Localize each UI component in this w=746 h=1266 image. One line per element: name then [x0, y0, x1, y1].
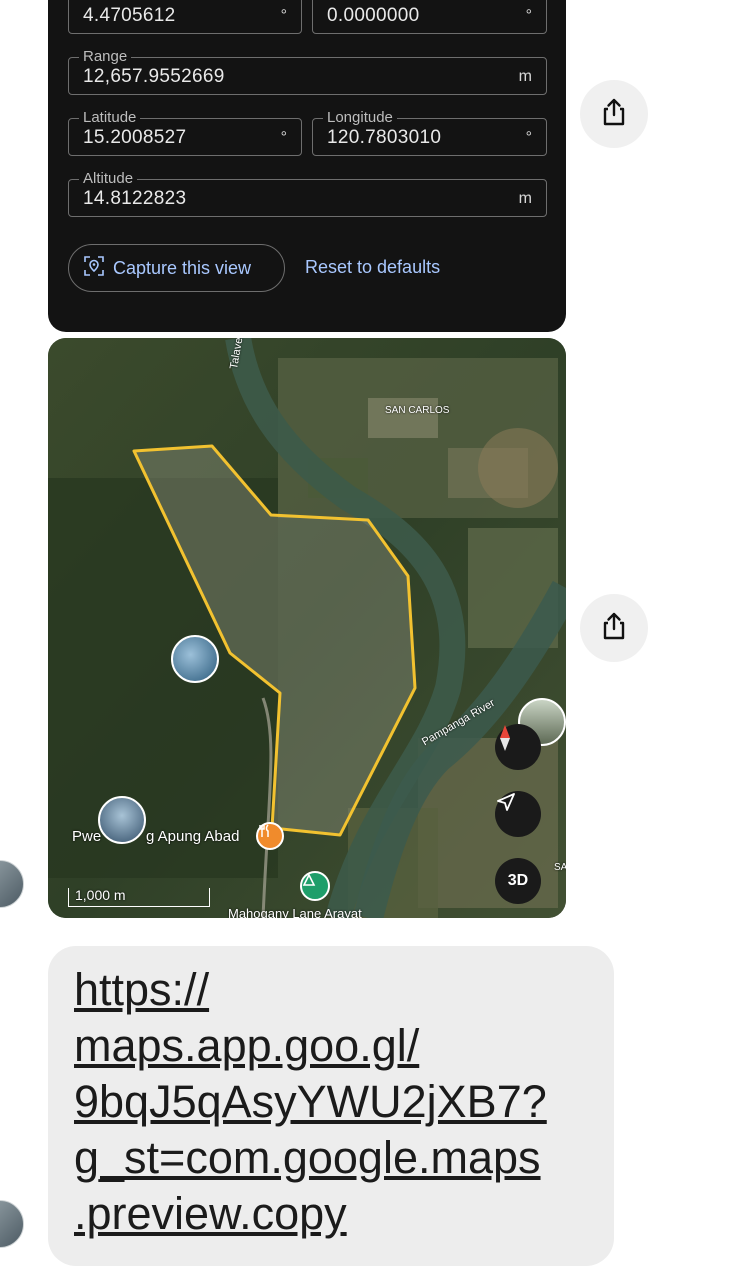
link-line: 9bqJ5qAsyYWU2jXB7?: [74, 1076, 547, 1127]
green-pin-icon[interactable]: [300, 871, 330, 901]
longitude-label: Longitude: [323, 109, 397, 127]
avatar[interactable]: [0, 860, 24, 908]
share-button[interactable]: [580, 594, 648, 662]
satellite-map[interactable]: Talavera Rive SAN CARLOS Pampanga River …: [48, 338, 566, 918]
degree-unit: °: [280, 129, 287, 146]
heading-value: 4.4705612: [83, 5, 176, 26]
link-line: g_st=com.google.maps: [74, 1132, 541, 1183]
capture-view-label: Capture this view: [113, 257, 252, 278]
my-location-button[interactable]: [495, 791, 541, 837]
degree-unit: °: [280, 7, 287, 24]
altitude-field[interactable]: Altitude 14.8122823 m: [68, 170, 547, 217]
place-label: SA: [554, 862, 566, 873]
poi-label-start: Pwe: [72, 828, 102, 845]
scale-label: 1,000 m: [75, 887, 126, 903]
share-icon: [599, 97, 629, 132]
meter-unit: m: [518, 68, 532, 85]
scale-bar: 1,000 m: [68, 887, 210, 907]
latitude-label: Latitude: [79, 109, 141, 127]
altitude-value: 14.8122823: [83, 188, 187, 209]
longitude-field[interactable]: Longitude 120.7803010 °: [312, 109, 547, 156]
latitude-field[interactable]: Latitude 15.2008527 °: [68, 109, 302, 156]
3d-toggle-button[interactable]: 3D: [495, 858, 541, 904]
compass-button[interactable]: [495, 724, 541, 770]
longitude-value: 120.7803010: [327, 127, 442, 148]
road-label: Mahogany Lane Arayat: [228, 906, 362, 918]
reset-defaults-button[interactable]: Reset to defaults: [305, 257, 440, 278]
capture-view-button[interactable]: Capture this view: [68, 244, 285, 292]
place-label: SAN CARLOS: [385, 405, 450, 416]
range-field[interactable]: Range 12,657.9552669 m: [68, 48, 547, 95]
meter-unit: m: [518, 190, 532, 207]
share-button[interactable]: [580, 80, 648, 148]
heading-field[interactable]: 4.4705612 °: [68, 0, 302, 34]
restaurant-pin-icon[interactable]: [256, 822, 284, 850]
share-icon: [599, 611, 629, 646]
link-line: .preview.copy: [74, 1188, 347, 1239]
tilt-value: 0.0000000: [327, 5, 420, 26]
altitude-label: Altitude: [79, 170, 138, 188]
range-value: 12,657.9552669: [83, 66, 225, 87]
poi-label-end: g Apung Abad: [146, 828, 240, 845]
tilt-field[interactable]: 0.0000000 °: [312, 0, 547, 34]
capture-location-icon: [83, 255, 105, 282]
maps-link[interactable]: https:// maps.app.goo.gl/ 9bqJ5qAsyYWU2j…: [74, 962, 594, 1242]
degree-unit: °: [525, 7, 532, 24]
photo-thumbnail[interactable]: [98, 796, 146, 844]
link-line: https://: [74, 964, 210, 1015]
link-line: maps.app.goo.gl/: [74, 1020, 420, 1071]
avatar[interactable]: [0, 1200, 24, 1248]
degree-unit: °: [525, 129, 532, 146]
latitude-value: 15.2008527: [83, 127, 187, 148]
photo-thumbnail[interactable]: [171, 635, 219, 683]
range-label: Range: [79, 48, 132, 66]
